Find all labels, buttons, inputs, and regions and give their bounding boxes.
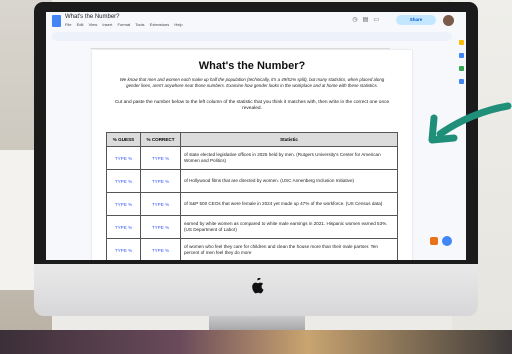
menu-tools[interactable]: Tools — [135, 22, 144, 27]
menu-view[interactable]: View — [89, 22, 98, 27]
menu-insert[interactable]: Insert — [102, 22, 112, 27]
docs-logo-icon[interactable] — [52, 15, 61, 27]
guess-cell[interactable]: TYPE % — [106, 215, 141, 239]
table-row: TYPE % TYPE % of S&P 500 CEOs that were … — [106, 192, 398, 216]
header-correct: % CORRECT — [140, 132, 181, 147]
video-icon[interactable]: ▭ — [373, 17, 384, 23]
gemini-icon[interactable] — [442, 236, 452, 246]
page-title: What's the Number? — [198, 60, 306, 72]
table-row: TYPE % TYPE % of state elected legislati… — [106, 146, 398, 170]
header-icons: ◷▤▭ — [352, 16, 384, 23]
contacts-icon[interactable] — [458, 66, 464, 71]
correct-cell[interactable]: TYPE % — [140, 215, 181, 239]
table-row: TYPE % TYPE % of women who feel they car… — [106, 238, 398, 260]
intro-text: We know that men and women each make up … — [119, 77, 385, 88]
background-bottom — [0, 330, 512, 354]
menu-format[interactable]: Format — [117, 22, 130, 27]
statistic-cell[interactable]: earned by white women as compared to whi… — [180, 215, 398, 239]
menu-bar: File Edit View Insert Format Tools Exten… — [65, 22, 187, 27]
guess-cell[interactable]: TYPE % — [106, 238, 141, 260]
statistic-cell[interactable]: of women who feel they care for children… — [180, 238, 398, 260]
guess-cell[interactable]: TYPE % — [106, 169, 141, 193]
imac-monitor: What's the Number? File Edit View Insert… — [34, 2, 478, 330]
docs-topbar: What's the Number? File Edit View Insert… — [46, 12, 466, 30]
correct-cell[interactable]: TYPE % — [140, 146, 181, 170]
screen: What's the Number? File Edit View Insert… — [46, 12, 466, 260]
menu-edit[interactable]: Edit — [77, 22, 84, 27]
comment-icon[interactable]: ▤ — [363, 17, 374, 23]
table-row: TYPE % TYPE % earned by white women as c… — [106, 215, 398, 239]
monitor-bezel: What's the Number? File Edit View Insert… — [34, 2, 478, 264]
explore-icon[interactable] — [430, 237, 438, 245]
apple-logo-icon — [252, 278, 264, 294]
header-guess: % GUESS — [106, 132, 141, 147]
monitor-stand — [209, 316, 305, 330]
correct-cell[interactable]: TYPE % — [140, 238, 181, 260]
tasks-icon[interactable] — [458, 53, 464, 58]
maps-icon[interactable] — [458, 79, 464, 84]
statistic-cell[interactable]: of state elected legislative offices in … — [180, 146, 398, 170]
guess-cell[interactable]: TYPE % — [106, 146, 141, 170]
correct-cell[interactable]: TYPE % — [140, 192, 181, 216]
correct-cell[interactable]: TYPE % — [140, 169, 181, 193]
doc-title[interactable]: What's the Number? — [65, 14, 120, 20]
document-page[interactable]: What's the Number? We know that men and … — [92, 50, 412, 260]
avatar[interactable] — [443, 15, 454, 26]
header-statistic: Statistic — [180, 132, 398, 147]
statistics-table: % GUESS % CORRECT Statistic TYPE % TYPE … — [106, 132, 398, 260]
menu-help[interactable]: Help — [174, 22, 182, 27]
menu-file[interactable]: File — [65, 22, 71, 27]
statistic-cell[interactable]: of Hollywood films that are directed by … — [180, 169, 398, 193]
table-header-row: % GUESS % CORRECT Statistic — [106, 132, 398, 147]
teal-arrow-icon — [428, 102, 512, 144]
instructions-text: Cut and paste the number below to the le… — [114, 100, 390, 111]
guess-cell[interactable]: TYPE % — [106, 192, 141, 216]
table-row: TYPE % TYPE % of Hollywood films that ar… — [106, 169, 398, 193]
monitor-chin — [34, 264, 478, 316]
share-button[interactable]: Share — [396, 15, 436, 25]
ruler — [90, 44, 390, 49]
statistic-cell[interactable]: of S&P 500 CEOs that were female in 2024… — [180, 192, 398, 216]
keep-icon[interactable] — [458, 40, 464, 45]
history-icon[interactable]: ◷ — [352, 17, 362, 23]
menu-extensions[interactable]: Extensions — [150, 22, 170, 27]
formatting-toolbar[interactable] — [52, 32, 452, 41]
